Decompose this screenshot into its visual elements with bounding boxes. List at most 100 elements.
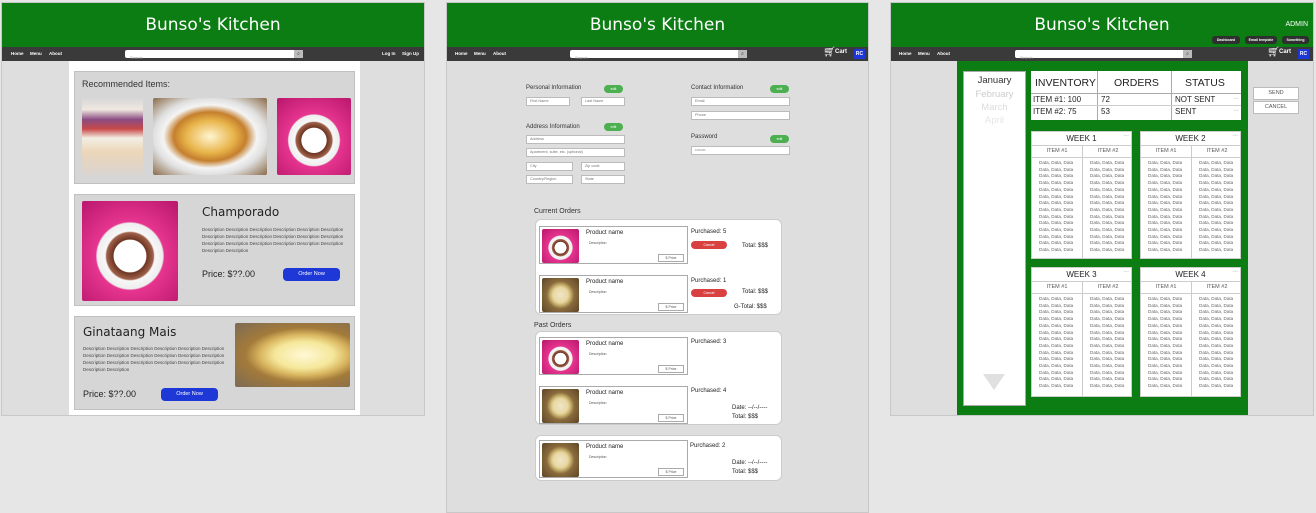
menu-item-card: Champorado Description Description Descr…	[74, 194, 355, 306]
recommended-heading: Recommended Items:	[82, 79, 171, 89]
nav-menu[interactable]: Menu	[918, 51, 930, 56]
data-cell: Data, Data, Data	[1090, 193, 1125, 199]
zip-field[interactable]: Zip code	[581, 162, 625, 171]
data-cell: Data, Data, Data	[1199, 206, 1234, 212]
data-cell: Data, Data, Data	[1090, 227, 1125, 233]
dashboard-button[interactable]: Dashboard	[1212, 36, 1240, 44]
search-icon[interactable]: ⌕	[1183, 50, 1192, 58]
email-field[interactable]: Email	[691, 97, 790, 106]
order-now-button[interactable]: Order Now	[161, 388, 218, 401]
month-march[interactable]: March	[964, 102, 1025, 113]
nav-home[interactable]: Home	[11, 51, 24, 56]
item-header: ITEM #1	[1155, 284, 1177, 290]
month-january[interactable]: January	[964, 75, 1025, 86]
cancel-order-button[interactable]: Cancel	[691, 241, 727, 249]
nav-about[interactable]: About	[937, 51, 950, 56]
nav-menu[interactable]: Menu	[474, 51, 486, 56]
search-input[interactable]: Search ⌕	[570, 50, 747, 60]
past-orders-card: Product name Description $ Price Purchas…	[535, 331, 782, 425]
data-cell: Data, Data, Data	[1199, 227, 1234, 233]
search-input[interactable]: Search ⌕	[1015, 50, 1192, 60]
order-item[interactable]: Product name Description $ Price	[539, 337, 688, 375]
data-cell: Data, Data, Data	[1090, 213, 1125, 219]
inventory-header: INVENTORY	[1035, 77, 1096, 89]
parfait-image[interactable]	[82, 98, 143, 175]
week-table: WEEK 3 ◦◦◦ ITEM #1 ITEM #2 Data, Data, Data D…	[1031, 267, 1132, 397]
data-cell: Data, Data, Data	[1199, 193, 1234, 199]
month-april[interactable]: April	[964, 115, 1025, 126]
order-now-button[interactable]: Order Now	[283, 268, 340, 281]
more-options-icon[interactable]: ◦◦◦	[1234, 96, 1239, 102]
address-field[interactable]: Address	[526, 135, 625, 144]
month-scroll-down-icon[interactable]	[983, 374, 1005, 390]
avatar[interactable]: RC	[854, 49, 865, 59]
city-field[interactable]: City	[526, 162, 573, 171]
data-cell: Data, Data, Data	[1039, 206, 1074, 212]
order-item[interactable]: Product name Description $ Price	[539, 275, 688, 313]
personal-edit-button[interactable]: edit	[604, 85, 623, 93]
champorado-thumb-image[interactable]	[277, 98, 351, 175]
email-template-button[interactable]: Email template	[1245, 36, 1277, 44]
status-cell[interactable]: NOT SENT	[1175, 95, 1215, 104]
nav-home[interactable]: Home	[455, 51, 468, 56]
more-options-icon[interactable]: ◦◦◦	[1233, 269, 1238, 275]
data-cell: Data, Data, Data	[1039, 173, 1074, 179]
data-cell: Data, Data, Data	[1039, 227, 1074, 233]
contact-edit-button[interactable]: edit	[770, 85, 789, 93]
order-total: Total: $$$	[742, 243, 769, 249]
order-item[interactable]: Product name Description $ Price	[539, 440, 688, 478]
data-cell: Data, Data, Data	[1148, 227, 1183, 233]
password-edit-button[interactable]: edit	[770, 135, 789, 143]
cart-icon[interactable]: 🛒︎	[823, 47, 836, 58]
item-name: Champorado	[202, 205, 280, 219]
search-input[interactable]: Search ⌕	[125, 50, 303, 60]
month-february[interactable]: February	[964, 89, 1025, 100]
more-options-icon[interactable]: ◦◦◦	[1233, 133, 1238, 139]
nav-menu[interactable]: Menu	[30, 51, 42, 56]
address-edit-button[interactable]: edit	[604, 123, 623, 131]
avatar[interactable]: RC	[1298, 49, 1309, 59]
login-link[interactable]: Log In	[382, 51, 396, 56]
search-icon[interactable]: ⌕	[738, 50, 747, 58]
password-field[interactable]: ••••••••	[691, 146, 790, 155]
more-options-icon[interactable]: ◦◦◦	[1234, 108, 1239, 114]
cart-icon[interactable]: 🛒︎	[1267, 47, 1280, 58]
data-cell: Data, Data, Data	[1148, 363, 1183, 369]
data-cell: Data, Data, Data	[1039, 322, 1074, 328]
product-description: Description	[589, 455, 607, 459]
cancel-order-button[interactable]: Cancel	[691, 289, 727, 297]
data-cell: Data, Data, Data	[1199, 336, 1234, 342]
apartment-field[interactable]: Apartment, suite, etc. (optional)	[526, 148, 625, 157]
data-cell: Data, Data, Data	[1039, 369, 1074, 375]
data-cell: Data, Data, Data	[1039, 213, 1074, 219]
admin-board: January February March April INVENTORY O…	[957, 61, 1248, 415]
something-button[interactable]: Something	[1282, 36, 1309, 44]
send-button[interactable]: SEND	[1253, 87, 1299, 100]
order-item[interactable]: Product name Description $ Price	[539, 226, 688, 264]
more-options-icon[interactable]: ◦◦◦	[1124, 133, 1129, 139]
product-price: $ Price	[658, 303, 684, 311]
more-options-icon[interactable]: ◦◦◦	[1124, 269, 1129, 275]
data-cell: Data, Data, Data	[1039, 316, 1074, 322]
search-icon[interactable]: ⌕	[294, 50, 303, 58]
cart-label[interactable]: Cart	[835, 49, 847, 55]
contact-info-heading: Contact Information	[691, 85, 744, 91]
cancel-button[interactable]: CANCEL	[1253, 101, 1299, 114]
inventory-cell: ITEM #2: 75	[1033, 107, 1077, 116]
nav-about[interactable]: About	[49, 51, 62, 56]
phone-field[interactable]: Phone	[691, 111, 790, 120]
cart-label[interactable]: Cart	[1279, 49, 1291, 55]
site-header: Bunso's Kitchen	[447, 3, 868, 47]
data-column: Data, Data, Data Data, Data, Data Data, Da…	[1090, 296, 1124, 390]
product-image	[542, 443, 579, 477]
last-name-field[interactable]: Last Name	[581, 97, 625, 106]
nav-about[interactable]: About	[493, 51, 506, 56]
flan-image[interactable]	[153, 98, 267, 175]
nav-home[interactable]: Home	[899, 51, 912, 56]
country-field[interactable]: Country/Region	[526, 175, 573, 184]
signup-link[interactable]: Sign Up	[402, 51, 419, 56]
order-item[interactable]: Product name Description $ Price	[539, 386, 688, 424]
first-name-field[interactable]: First Name	[526, 97, 570, 106]
state-field[interactable]: State	[581, 175, 625, 184]
status-cell[interactable]: SENT	[1175, 107, 1196, 116]
